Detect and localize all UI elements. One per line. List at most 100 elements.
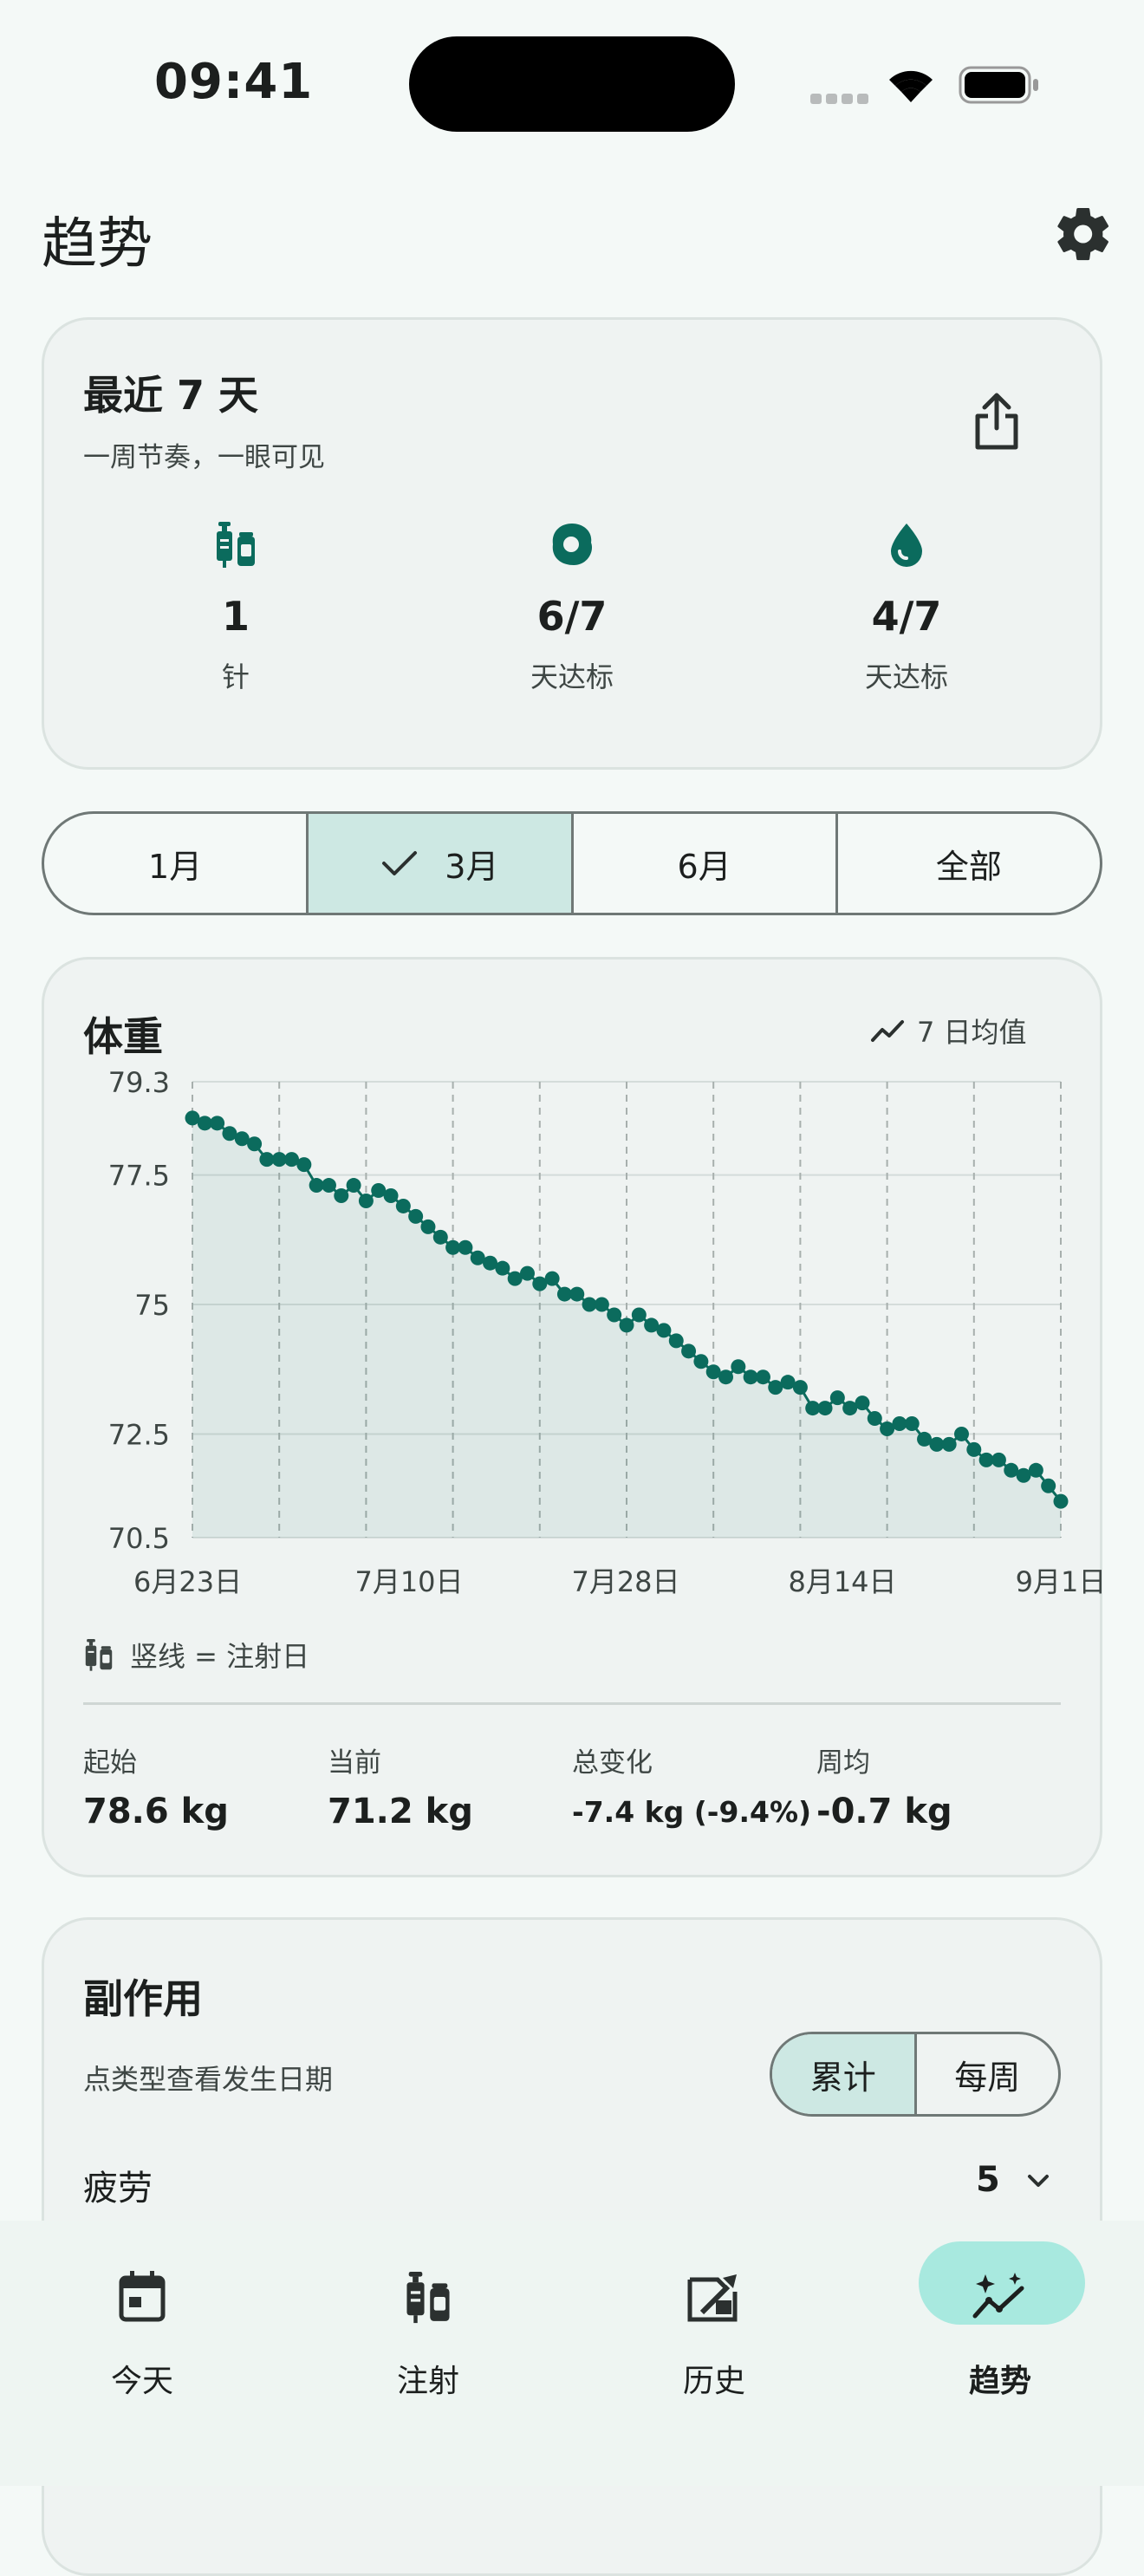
weight-point xyxy=(656,1323,672,1338)
side-effect-row-expand[interactable] xyxy=(1024,2167,1052,2198)
nav-label: 趋势 xyxy=(968,2364,1031,2399)
stat-injections: 1 针 xyxy=(132,520,340,695)
weight-point xyxy=(619,1317,634,1333)
range-selector: 1月 3月 6月 全部 xyxy=(42,811,1102,915)
weight-point xyxy=(519,1265,535,1281)
weight-point xyxy=(631,1307,647,1323)
y-tick-label: 79.3 xyxy=(108,1066,170,1099)
side-effect-row-count: 5 xyxy=(976,2160,1000,2200)
stat-value: 1 xyxy=(221,593,250,640)
weight-point xyxy=(904,1416,920,1431)
range-option-1m[interactable]: 1月 xyxy=(44,814,309,913)
nav-trends[interactable]: 趋势 xyxy=(913,2245,1087,2401)
stat-protein: 6/7 天达标 xyxy=(468,520,676,695)
toggle-weekly[interactable]: 每周 xyxy=(917,2034,1059,2114)
toggle-cumulative[interactable]: 累计 xyxy=(772,2034,917,2114)
chevron-down-icon xyxy=(1028,2175,1049,2187)
range-option-3m[interactable]: 3月 xyxy=(309,814,574,913)
weight-point xyxy=(544,1271,560,1286)
weight-point xyxy=(395,1198,411,1213)
range-option-6m[interactable]: 6月 xyxy=(574,814,838,913)
range-option-all[interactable]: 全部 xyxy=(838,814,1100,913)
weight-point xyxy=(408,1208,424,1224)
dynamic-island xyxy=(409,36,735,132)
status-time: 09:41 xyxy=(154,54,314,110)
water-drop-icon xyxy=(891,524,922,567)
weight-point xyxy=(1053,1493,1069,1509)
weight-chart[interactable]: 79.3 77.5 75 72.5 70.5 6月23日 7月10日 7月28日 8月14日 9月… xyxy=(83,1064,1115,1602)
stat-water: 4/7 天达标 xyxy=(803,520,1011,695)
weight-point xyxy=(432,1229,448,1245)
stat-value: 4/7 xyxy=(871,593,942,640)
injection-legend-label: 竖线 = 注射日 xyxy=(130,1640,310,1673)
nav-injection[interactable]: 注射 xyxy=(341,2245,515,2401)
x-tick-label: 7月10日 xyxy=(354,1565,463,1598)
range-option-label: 全部 xyxy=(935,847,1002,886)
cellular-signal-icon xyxy=(810,91,873,107)
weight-point xyxy=(792,1380,808,1395)
weight-point xyxy=(867,1411,882,1427)
summary-value: -0.7 kg xyxy=(816,1792,952,1831)
history-icon xyxy=(687,2274,738,2322)
seven-day-average-toggle[interactable]: 7 日均值 xyxy=(870,1011,1027,1051)
summary-value: 71.2 kg xyxy=(328,1792,473,1831)
summary-start: 起始 78.6 kg xyxy=(83,1740,229,1831)
weight-point xyxy=(991,1452,1006,1467)
summary-label: 周均 xyxy=(816,1747,870,1779)
summary-current: 当前 71.2 kg xyxy=(328,1740,473,1831)
weight-point xyxy=(594,1297,609,1312)
summary-total-change: 总变化 -7.4 kg (-9.4%) xyxy=(572,1740,811,1829)
weight-point xyxy=(829,1390,845,1406)
range-option-label: 6月 xyxy=(677,847,731,886)
stat-value: 6/7 xyxy=(536,593,608,640)
weight-point xyxy=(953,1426,969,1441)
weight-point xyxy=(668,1333,684,1349)
weight-point xyxy=(420,1219,436,1234)
weight-point xyxy=(296,1157,312,1173)
page-title: 趋势 xyxy=(42,212,153,276)
average-legend-label: 7 日均值 xyxy=(917,1016,1027,1049)
stat-label: 天达标 xyxy=(530,660,614,693)
settings-button[interactable] xyxy=(1052,203,1115,265)
calendar-icon xyxy=(119,2271,166,2322)
weight-card-title: 体重 xyxy=(83,1013,163,1060)
wifi-icon xyxy=(884,62,938,107)
summary-value: -7.4 kg (-9.4%) xyxy=(572,1795,812,1829)
battery-icon xyxy=(959,66,1040,107)
trend-line-icon xyxy=(871,1020,904,1042)
side-effect-row-label[interactable]: 疲劳 xyxy=(83,2160,153,2210)
check-icon xyxy=(382,851,418,875)
share-icon xyxy=(975,393,1018,450)
weight-point xyxy=(358,1193,374,1208)
summary-label: 当前 xyxy=(328,1747,381,1779)
nav-label: 今天 xyxy=(110,2364,173,2399)
x-tick-label: 9月1日 xyxy=(1016,1565,1107,1598)
share-button[interactable] xyxy=(969,390,1024,452)
weight-point xyxy=(1041,1478,1056,1493)
weekly-card-subtitle: 一周节奏，一眼可见 xyxy=(83,442,325,473)
summary-value: 78.6 kg xyxy=(83,1792,229,1831)
nav-history[interactable]: 历史 xyxy=(627,2245,801,2401)
weight-point xyxy=(247,1136,263,1152)
range-option-label: 3月 xyxy=(445,847,499,886)
divider xyxy=(83,1702,1061,1705)
weight-point xyxy=(731,1359,746,1375)
nav-today[interactable]: 今天 xyxy=(55,2245,229,2401)
weight-point xyxy=(693,1354,709,1369)
range-option-label: 1月 xyxy=(148,847,203,886)
summary-weekly-average: 周均 -0.7 kg xyxy=(816,1740,952,1831)
stat-label: 针 xyxy=(221,660,250,693)
y-tick-label: 75 xyxy=(134,1289,170,1322)
y-tick-label: 70.5 xyxy=(108,1522,170,1555)
weight-point xyxy=(1028,1462,1043,1478)
side-effects-title: 副作用 xyxy=(83,1975,203,2022)
weight-point xyxy=(755,1369,770,1385)
trend-sparkle-icon xyxy=(972,2273,1024,2319)
weight-point xyxy=(495,1260,510,1276)
weight-point xyxy=(855,1395,870,1411)
weight-point xyxy=(941,1436,957,1452)
summary-label: 总变化 xyxy=(572,1747,653,1779)
summary-label: 起始 xyxy=(83,1747,137,1779)
weight-point xyxy=(966,1441,982,1457)
syringe-vial-icon xyxy=(85,1639,113,1671)
